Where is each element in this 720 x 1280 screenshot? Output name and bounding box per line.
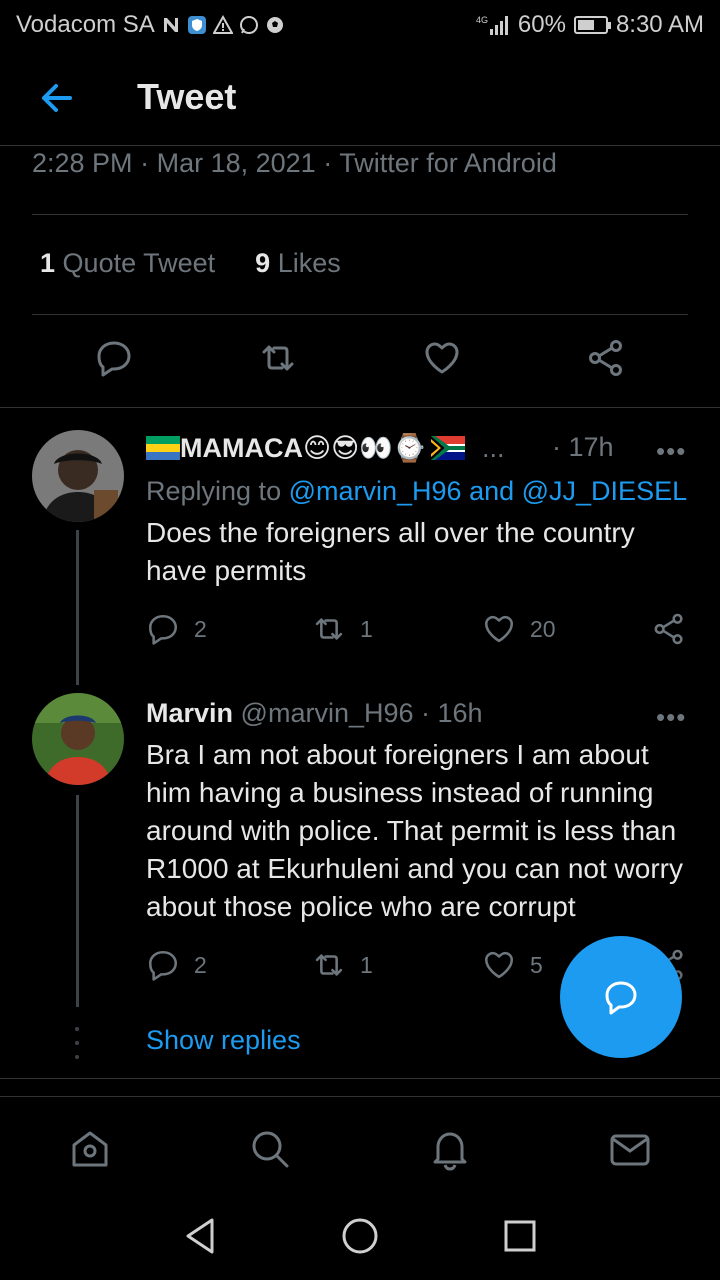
clock: 8:30 AM	[615, 11, 704, 38]
warning-icon	[212, 15, 233, 34]
arrow-left-icon[interactable]	[36, 80, 76, 116]
recents-square-icon[interactable]	[500, 1216, 540, 1256]
like-icon	[484, 951, 514, 979]
divider	[32, 214, 688, 215]
like-button[interactable]: 20	[482, 612, 556, 646]
retweet-icon	[315, 618, 343, 640]
reply-icon	[148, 950, 178, 981]
like-icon[interactable]	[422, 338, 462, 378]
reply-actions: 2 1 20	[146, 612, 691, 648]
reply-age: · 17h	[552, 432, 614, 462]
notifications-icon[interactable]	[428, 1127, 472, 1171]
retweet-icon[interactable]	[258, 338, 298, 378]
home-icon[interactable]	[68, 1127, 112, 1171]
messages-icon[interactable]	[608, 1127, 652, 1171]
bottom-navigation	[0, 1096, 720, 1196]
reply-button[interactable]: 2	[146, 948, 207, 982]
reply-text: Bra I am not about foreigners I am about…	[146, 739, 683, 922]
svg-text:4G: 4G	[476, 15, 488, 25]
reply-count: 2	[194, 615, 207, 642]
back-triangle-icon[interactable]	[180, 1216, 220, 1256]
retweet-count: 1	[360, 951, 373, 978]
more-options-icon[interactable]: •••	[656, 702, 686, 733]
tweet-timestamp: 2:28 PM · Mar 18, 2021 · Twitter for And…	[32, 148, 557, 178]
more-options-icon[interactable]: •••	[656, 436, 686, 467]
reply-icon	[605, 981, 637, 1015]
compose-reply-button[interactable]	[560, 936, 682, 1058]
mention-link[interactable]: @marvin_H96 and @JJ_DIESEL	[289, 476, 688, 506]
app-header: Tweet	[0, 50, 720, 146]
thread-line	[76, 795, 79, 1007]
thread-continuation-dots	[75, 1027, 79, 1059]
reply-author[interactable]: Marvin @marvin_H96 · 16h	[146, 698, 483, 729]
retweet-button[interactable]: 1	[312, 948, 373, 982]
reply-icon[interactable]	[94, 338, 134, 378]
share-icon[interactable]	[586, 338, 626, 378]
system-navigation	[0, 1196, 720, 1280]
battery-icon	[573, 16, 611, 34]
page-title: Tweet	[137, 76, 237, 117]
home-circle-icon[interactable]	[340, 1216, 380, 1256]
reply-icon	[148, 614, 178, 645]
shield-notification-icon	[187, 16, 206, 34]
divider	[0, 407, 720, 408]
like-icon	[484, 615, 514, 643]
battery-percent: 60%	[517, 11, 566, 38]
carrier-label: Vodacom SA	[16, 11, 155, 38]
divider	[0, 1078, 720, 1079]
reply-author[interactable]: MAMACA😊😎👀⌚ ...	[146, 432, 505, 464]
n-notification-icon	[163, 18, 178, 32]
avatar[interactable]	[32, 430, 124, 522]
reply-count: 2	[194, 951, 207, 978]
reply-text: Does the foreigners all over the country…	[146, 517, 635, 586]
quote-tweets-stat[interactable]: 1 Quote Tweet	[40, 248, 215, 279]
thread-line	[76, 530, 79, 685]
like-count: 5	[530, 951, 543, 978]
show-replies-link[interactable]: Show replies	[146, 1025, 301, 1056]
replying-to: Replying to @marvin_H96 and @JJ_DIESEL	[146, 476, 688, 506]
share-icon	[654, 613, 683, 645]
retweet-icon	[315, 954, 343, 976]
share-button[interactable]	[652, 612, 686, 646]
likes-stat[interactable]: 9 Likes	[255, 248, 341, 279]
soccer-ball-icon	[266, 17, 283, 33]
gabon-flag-icon	[146, 436, 180, 460]
status-bar: Vodacom SA 4G 60% 8:30 AM	[0, 0, 720, 50]
avatar[interactable]	[32, 693, 124, 785]
south-africa-flag-icon	[430, 436, 465, 460]
tweet-stats: 1 Quote Tweet 9 Likes	[40, 248, 341, 279]
signal-icon: 4G	[476, 15, 508, 35]
retweet-count: 1	[360, 615, 373, 642]
divider	[32, 314, 688, 315]
like-button[interactable]: 5	[482, 948, 543, 982]
whatsapp-icon	[239, 16, 258, 34]
retweet-button[interactable]: 1	[312, 612, 373, 646]
like-count: 20	[530, 615, 556, 642]
tweet-actions	[0, 338, 720, 388]
reply-button[interactable]: 2	[146, 612, 207, 646]
search-icon[interactable]	[248, 1127, 292, 1171]
tweet-source-link[interactable]: Twitter for Android	[339, 148, 557, 178]
